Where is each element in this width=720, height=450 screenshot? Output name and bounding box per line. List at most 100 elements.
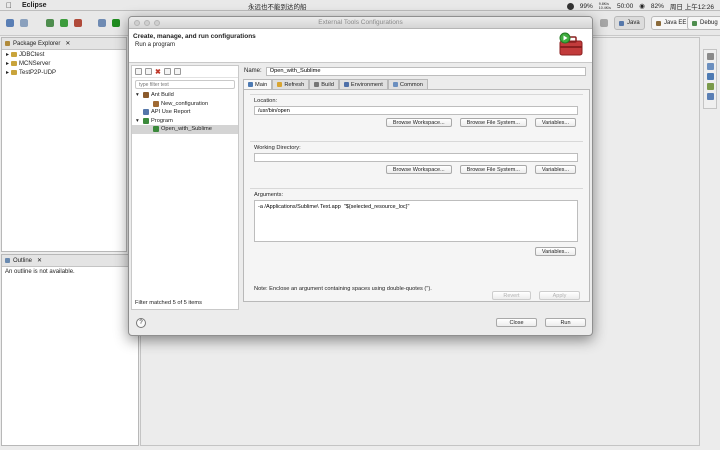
dialog-heading: Create, manage, and run configurations: [133, 33, 256, 40]
problems-icon[interactable]: [706, 83, 714, 90]
project-item[interactable]: ▸ JDBCtest: [2, 50, 126, 59]
tab-main[interactable]: Main: [243, 79, 273, 89]
config-tree-label: New_configuration: [161, 100, 209, 107]
wifi-icon[interactable]: ◉: [639, 2, 645, 10]
app-menu-name[interactable]: Eclipse: [22, 2, 47, 9]
new-icon[interactable]: [6, 19, 14, 27]
java-ee-perspective-icon: [656, 20, 661, 26]
package-explorer-tab[interactable]: Package Explorer ✕: [2, 38, 126, 50]
delete-config-icon[interactable]: ✖: [155, 68, 161, 76]
location-variables-button[interactable]: Variables...: [534, 118, 576, 127]
config-tree-item[interactable]: API Use Report: [132, 108, 238, 117]
project-item[interactable]: ▸ MCNServer: [2, 59, 126, 68]
configuration-editor-pane: Name: MainRefreshBuildEnvironmentCommon …: [241, 65, 592, 310]
outline-trim-icon[interactable]: [706, 73, 714, 80]
expand-arrow-icon[interactable]: ▾: [136, 92, 141, 98]
run-button[interactable]: Run: [545, 318, 586, 327]
wd-browse-file-system-button[interactable]: Browse File System...: [459, 165, 527, 174]
close-window-button[interactable]: [134, 20, 140, 26]
external-tools-dialog: External Tools Configurations Create, ma…: [128, 16, 593, 336]
location-field[interactable]: [254, 106, 578, 115]
tab-build[interactable]: Build: [309, 79, 339, 89]
config-tree-label: API Use Report: [151, 109, 191, 116]
config-tree-item[interactable]: Open_with_Sublime: [132, 125, 238, 134]
config-toolbar: ✖: [132, 66, 238, 78]
arguments-variables-button[interactable]: Variables...: [534, 247, 576, 256]
quoting-note: Note: Enclose an argument containing spa…: [254, 286, 432, 292]
config-type-icon: [143, 109, 149, 116]
zoom-window-button[interactable]: [154, 20, 160, 26]
working-directory-label: Working Directory:: [254, 145, 301, 151]
tab-environment[interactable]: Environment: [338, 79, 388, 89]
clock[interactable]: 周日 上午12:26: [670, 1, 714, 11]
filter-config-icon[interactable]: [173, 68, 181, 75]
timer-readout[interactable]: 50:00: [617, 3, 633, 10]
duplicate-config-icon[interactable]: [145, 68, 152, 75]
minimize-window-button[interactable]: [144, 20, 150, 26]
expand-arrow-icon[interactable]: ▸: [6, 60, 9, 67]
wd-variables-button[interactable]: Variables...: [534, 165, 576, 174]
outline-message: An outline is not available.: [5, 269, 75, 275]
apply-button[interactable]: Apply: [539, 291, 580, 300]
expand-arrow-icon[interactable]: ▸: [6, 69, 9, 76]
close-button[interactable]: Close: [496, 318, 537, 327]
config-tree-item[interactable]: ▾ Ant Build: [132, 91, 238, 100]
java-perspective-icon: [619, 20, 624, 26]
location-browse-file-system-button[interactable]: Browse File System...: [459, 118, 527, 127]
collapse-all-icon[interactable]: [163, 68, 171, 75]
minimize-icon[interactable]: [706, 53, 714, 60]
perspective-debug[interactable]: Debug: [687, 16, 720, 30]
package-explorer-icon: [5, 41, 10, 46]
close-icon[interactable]: ✕: [65, 40, 70, 47]
wd-browse-workspace-button[interactable]: Browse Workspace...: [385, 165, 452, 174]
filter-input[interactable]: [135, 80, 235, 89]
expand-arrow-icon[interactable]: ▸: [6, 51, 9, 58]
config-tree-item[interactable]: New_configuration: [132, 100, 238, 109]
outline-tab[interactable]: Outline ✕: [2, 255, 138, 267]
configuration-tree: ▾ Ant Build New_configuration API Use Repor…: [132, 91, 238, 134]
external-tools-icon[interactable]: [74, 19, 82, 27]
new-config-icon[interactable]: [135, 68, 142, 75]
perspective-java-ee[interactable]: Java EE: [651, 16, 692, 30]
now-playing-text[interactable]: 永远也不能到达的船: [248, 1, 307, 11]
project-label: JDBCtest: [19, 51, 45, 58]
console-icon[interactable]: [706, 93, 714, 100]
expand-arrow-icon[interactable]: ▾: [136, 118, 141, 124]
battery-percent[interactable]: 99%: [580, 3, 593, 10]
network-speed[interactable]: 9.8K/s 10.4K/s: [599, 2, 611, 10]
arguments-field[interactable]: -a /Applications/Sublime\ Text.app "${se…: [254, 200, 578, 242]
save-icon[interactable]: [20, 19, 28, 27]
location-browse-workspace-button[interactable]: Browse Workspace...: [385, 118, 452, 127]
name-field[interactable]: [265, 66, 586, 76]
config-tree-label: Open_with_Sublime: [161, 126, 212, 133]
dialog-titlebar[interactable]: External Tools Configurations: [129, 17, 592, 29]
new-java-project-icon[interactable]: [98, 19, 106, 27]
run-icon[interactable]: [60, 19, 68, 27]
apple-menu-icon[interactable]: : [6, 1, 12, 10]
close-icon[interactable]: ✕: [37, 257, 42, 264]
run-last-icon[interactable]: [112, 19, 120, 27]
perspective-java[interactable]: Java: [614, 16, 645, 30]
project-item[interactable]: ▸ TestP2P-UDP: [2, 68, 126, 77]
qq-icon[interactable]: [566, 2, 574, 10]
main-tab-panel: Location: Browse Workspace... Browse Fil…: [243, 89, 590, 302]
battery2-percent[interactable]: 82%: [651, 3, 664, 10]
revert-button[interactable]: Revert: [492, 291, 531, 300]
window-controls: [134, 20, 160, 26]
debug-icon[interactable]: [46, 19, 54, 27]
config-tree-item[interactable]: ▾ Program: [132, 117, 238, 126]
help-icon[interactable]: ?: [136, 318, 146, 328]
tab-refresh[interactable]: Refresh: [272, 79, 310, 89]
perspective-label: Java: [627, 20, 640, 26]
net-down-speed: 10.4K/s: [598, 6, 611, 10]
tab-common[interactable]: Common: [387, 79, 428, 89]
task-list-icon[interactable]: [706, 63, 714, 70]
configuration-list-pane: ✖ ▾ Ant BuildNew_configuration API Use Rep…: [131, 65, 239, 310]
location-label: Location:: [254, 98, 278, 104]
working-directory-field[interactable]: [254, 153, 578, 162]
location-group: Location: Browse Workspace... Browse Fil…: [250, 94, 583, 127]
location-buttons: Browse Workspace... Browse File System..…: [250, 118, 583, 127]
tab-label: Main: [255, 81, 268, 88]
open-perspective-icon[interactable]: [600, 19, 608, 27]
package-explorer-tab-label: Package Explorer: [13, 40, 61, 47]
